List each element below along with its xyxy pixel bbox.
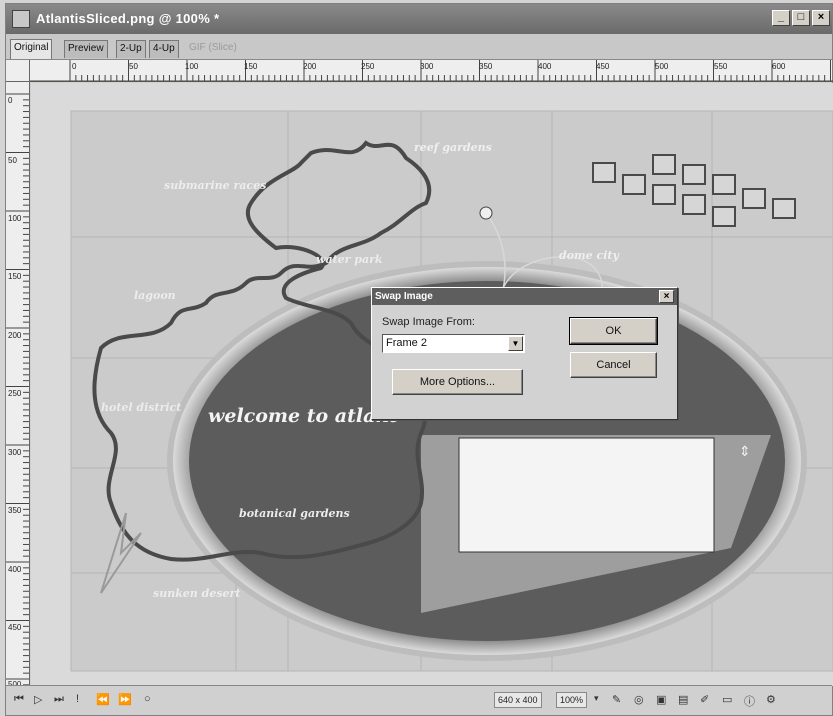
dialog-close-button[interactable]: × <box>659 290 674 303</box>
ruler-label: 250 <box>361 62 375 71</box>
zoom-dropdown-icon[interactable]: ▾ <box>594 693 599 704</box>
label-botanical-gardens: botanical gardens <box>239 507 350 520</box>
tab-preview[interactable]: Preview <box>64 40 108 58</box>
welcome-headline: welcome to atlantis <box>208 405 398 427</box>
label-lagoon: lagoon <box>134 289 176 302</box>
hotspot-icon[interactable]: ◎ <box>634 693 644 706</box>
document-icon <box>12 10 30 28</box>
play-icon[interactable]: ▷ <box>34 693 42 706</box>
minimize-button[interactable]: _ <box>772 10 790 26</box>
last-frame-icon[interactable]: ⏭ <box>54 693 64 706</box>
info-icon[interactable]: ⓘ <box>744 693 755 709</box>
previous-frame-icon[interactable]: ⏪ <box>96 693 110 706</box>
brush-icon[interactable]: ✐ <box>700 693 709 706</box>
ruler-label: 550 <box>714 62 728 71</box>
label-water-park: water park <box>316 253 383 266</box>
tab-2up[interactable]: 2-Up <box>116 40 146 58</box>
ruler-label: 50 <box>129 62 138 71</box>
scroll-arrows-icon[interactable]: ⇕ <box>739 443 751 460</box>
ruler-label: 250 <box>8 389 22 398</box>
ruler-label: 150 <box>8 272 22 281</box>
ruler-label: 400 <box>538 62 552 71</box>
hotspot-marker <box>479 206 493 220</box>
library-icon[interactable]: ▭ <box>722 693 732 706</box>
ruler-label: 200 <box>8 331 22 340</box>
ruler-corner <box>6 60 30 82</box>
close-button[interactable]: × <box>812 10 830 26</box>
ruler-label: 400 <box>8 565 22 574</box>
dialog-title: Swap Image <box>375 291 433 302</box>
frame-select-value: Frame 2 <box>386 337 427 349</box>
ruler-horizontal: 0 50 100 150 200 250 300 350 400 450 500… <box>30 60 833 82</box>
tab-original[interactable]: Original <box>10 39 53 59</box>
image-dimensions: 640 x 400 <box>494 692 542 708</box>
ruler-vertical: 0 50 100 150 200 250 300 350 400 450 500 <box>6 82 30 689</box>
maximize-button[interactable]: □ <box>792 10 810 26</box>
view-tabs: Original Preview 2-Up 4-Up GIF (Slice) <box>6 34 832 60</box>
ruler-label: 150 <box>244 62 258 71</box>
preview-panel <box>458 437 715 553</box>
ruler-label: 0 <box>8 96 13 105</box>
tab-4up[interactable]: 4-Up <box>149 40 179 58</box>
export-format-label: GIF (Slice) <box>189 42 237 53</box>
ruler-label: 0 <box>72 62 77 71</box>
slice-icon[interactable]: ▣ <box>656 693 666 706</box>
ruler-label: 600 <box>772 62 786 71</box>
frame-select[interactable]: Frame 2 ▼ <box>382 334 525 353</box>
ruler-label: 450 <box>596 62 610 71</box>
ruler-label: 500 <box>655 62 669 71</box>
ruler-label: 350 <box>8 506 22 515</box>
dialog-title-bar[interactable]: Swap Image × <box>372 288 677 305</box>
label-dome-city: dome city <box>559 249 619 262</box>
next-frame-icon[interactable]: ⏩ <box>118 693 132 706</box>
label-sunken-desert: sunken desert <box>153 587 241 600</box>
loop-icon[interactable]: ○ <box>144 693 151 705</box>
window-title: AtlantisSliced.png @ 100% * <box>36 11 220 26</box>
document-window: AtlantisSliced.png @ 100% * _ □ × Origin… <box>5 3 833 716</box>
pen-tool-icon[interactable]: ✎ <box>612 693 621 706</box>
settings-icon[interactable]: ⚙ <box>766 693 776 706</box>
swap-image-dialog: Swap Image × Swap Image From: Frame 2 ▼ … <box>371 287 678 420</box>
cancel-button[interactable]: Cancel <box>570 352 657 378</box>
ruler-label: 200 <box>303 62 317 71</box>
title-bar[interactable]: AtlantisSliced.png @ 100% * _ □ × <box>6 4 832 34</box>
label-submarine-races: submarine races <box>164 179 267 192</box>
layers-icon[interactable]: ▤ <box>678 693 688 706</box>
ok-button[interactable]: OK <box>569 317 658 345</box>
ruler-label: 100 <box>8 214 22 223</box>
ruler-label: 50 <box>8 156 17 165</box>
ruler-label: 100 <box>185 62 199 71</box>
first-frame-icon[interactable]: ⏮ <box>14 693 24 706</box>
chevron-down-icon[interactable]: ▼ <box>508 336 523 351</box>
ruler-label: 450 <box>8 623 22 632</box>
ruler-label: 350 <box>479 62 493 71</box>
status-bar: ⏮ ▷ ⏭ ! ⏪ ⏩ ○ 640 x 400 100% ▾ ✎ ◎ ▣ ▤ ✐… <box>6 685 832 715</box>
ruler-label: 300 <box>420 62 434 71</box>
ruler-label: 300 <box>8 448 22 457</box>
stop-icon[interactable]: ! <box>76 693 79 705</box>
zoom-level[interactable]: 100% <box>556 692 588 708</box>
more-options-button[interactable]: More Options... <box>392 369 523 395</box>
label-hotel-district: hotel district <box>101 401 182 414</box>
swap-image-from-label: Swap Image From: <box>382 316 475 328</box>
label-reef-gardens: reef gardens <box>414 141 492 154</box>
